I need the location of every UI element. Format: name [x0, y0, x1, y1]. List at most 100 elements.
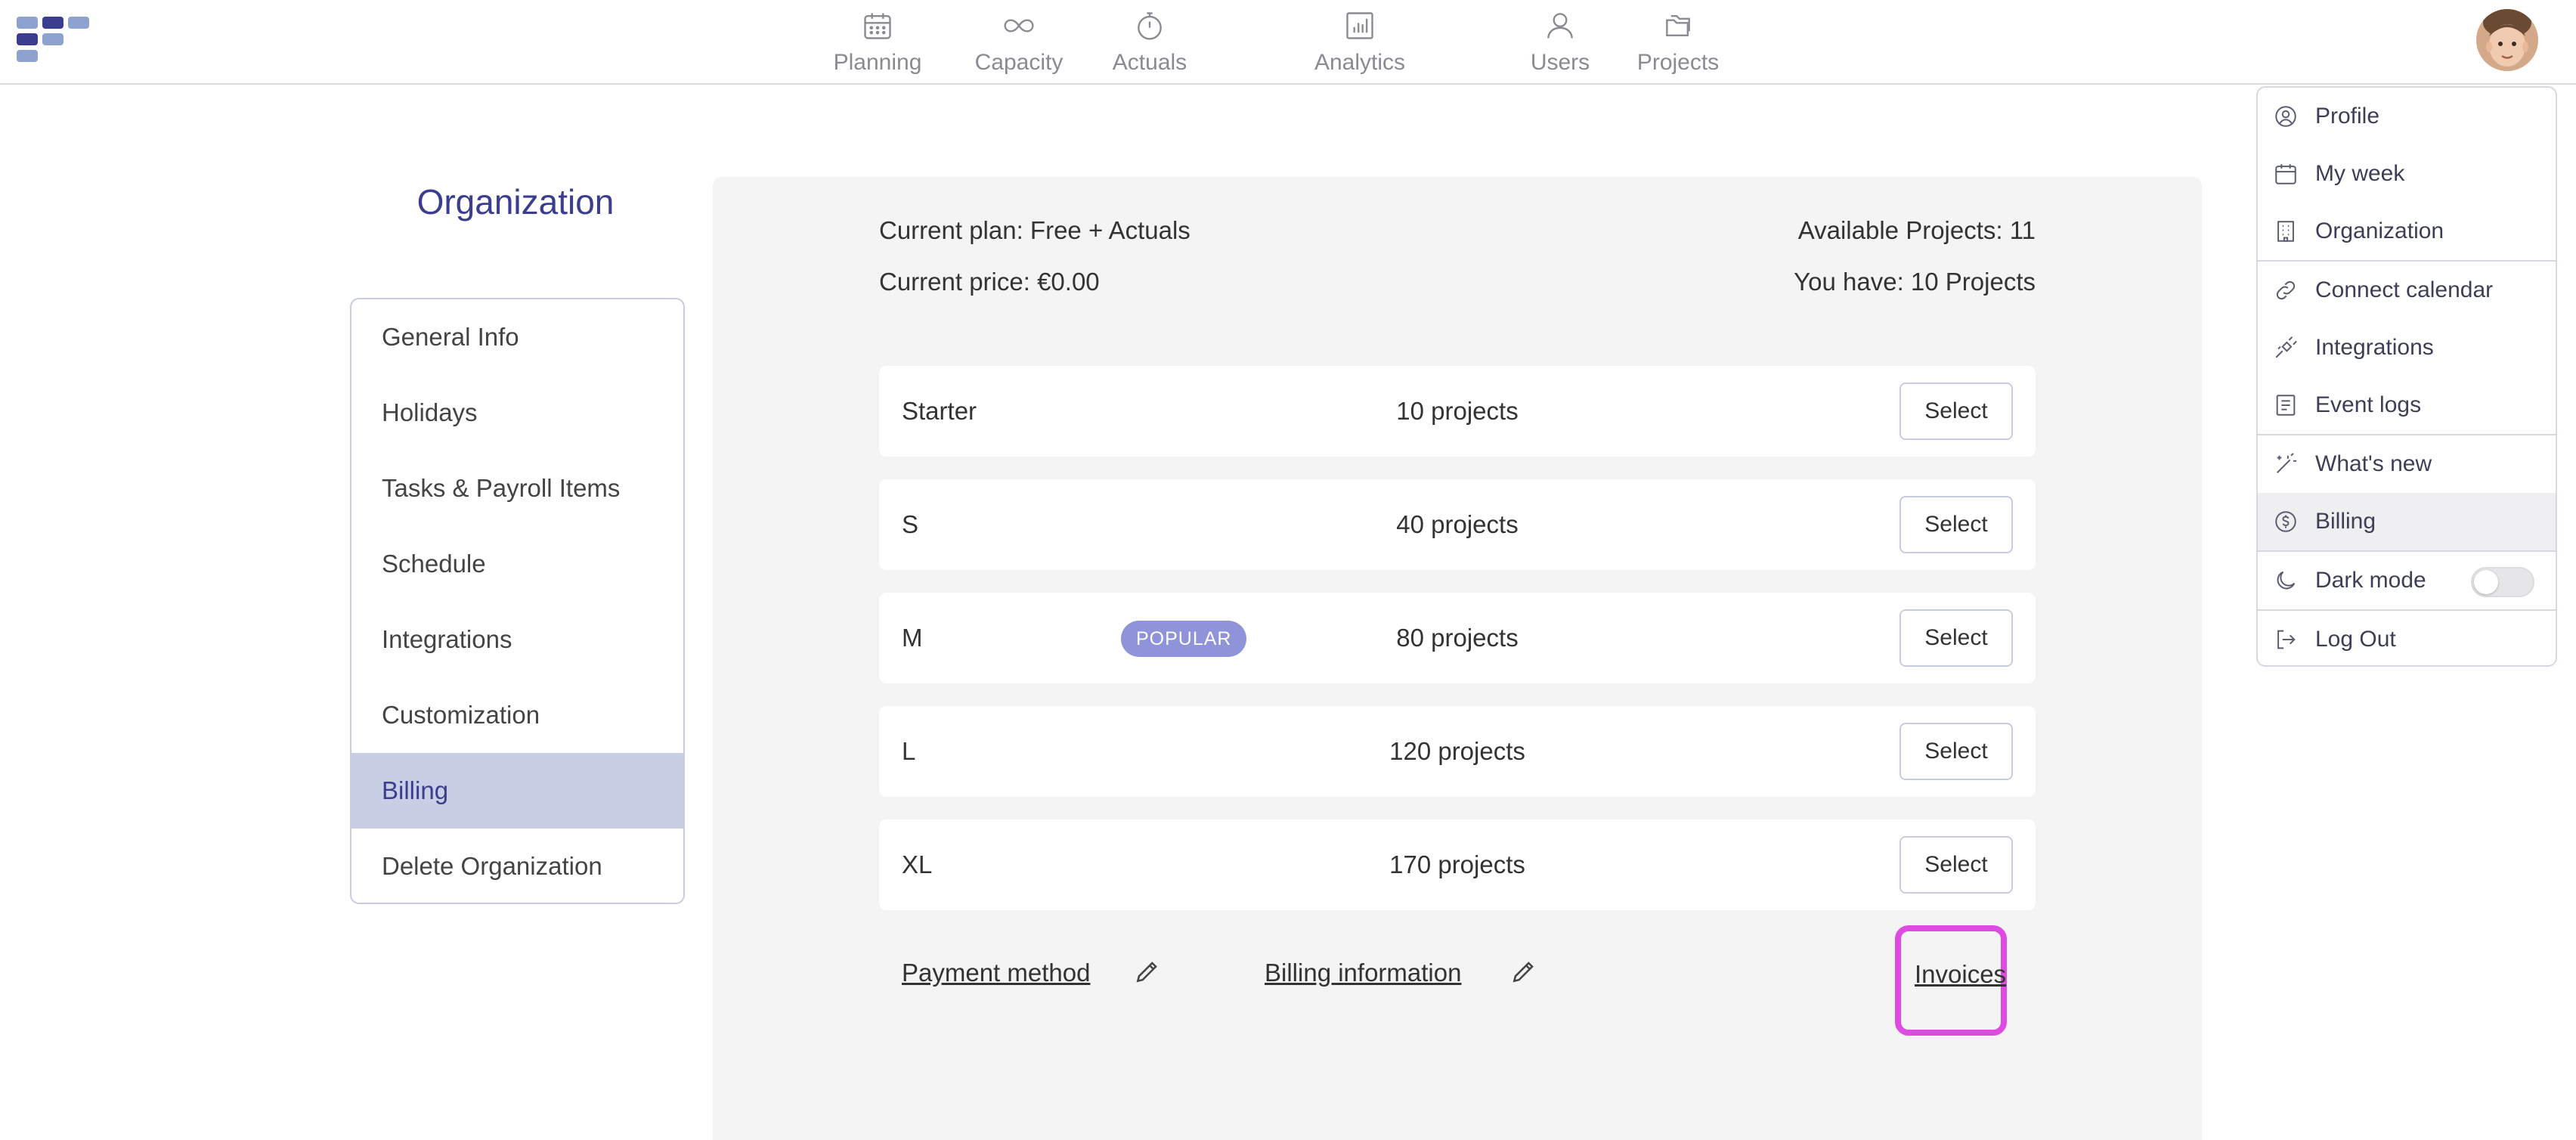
- select-plan-starter-button[interactable]: Select: [1899, 383, 2013, 440]
- moon-icon: [2277, 571, 2296, 590]
- settings-item-billing[interactable]: Billing: [351, 753, 683, 829]
- menu-item-organization[interactable]: Organization: [2258, 203, 2556, 260]
- plan-name: M: [902, 624, 923, 652]
- menu-item-label: Event logs: [2315, 392, 2422, 417]
- plan-name: XL: [902, 850, 933, 878]
- billing-panel: Current plan: Free + Actuals Current pri…: [713, 177, 2202, 1140]
- nav-label: Users: [1530, 50, 1590, 75]
- plan-projects: 40 projects: [1396, 510, 1519, 538]
- app-logo[interactable]: [17, 15, 92, 67]
- menu-item-label: My week: [2315, 161, 2405, 186]
- owned-projects: You have: 10 Projects: [1794, 268, 2036, 296]
- current-price: Current price: €0.00: [879, 268, 1100, 296]
- settings-item-label: Billing: [382, 776, 449, 804]
- settings-item-label: Customization: [382, 701, 540, 729]
- nav-users[interactable]: Users: [1524, 9, 1596, 77]
- nav-label: Capacity: [974, 50, 1064, 75]
- edit-billing-information-icon[interactable]: [1509, 957, 1538, 986]
- nav-label: Analytics: [1314, 50, 1406, 75]
- calendar-icon: [864, 13, 891, 39]
- menu-item-label: Dark mode: [2315, 568, 2426, 593]
- nav-planning[interactable]: Planning: [828, 9, 927, 77]
- plan-projects: 170 projects: [1389, 850, 1525, 878]
- select-plan-s-button[interactable]: Select: [1899, 496, 2013, 553]
- nav-actuals[interactable]: Actuals: [1108, 9, 1191, 77]
- settings-menu: General Info Holidays Tasks & Payroll It…: [350, 298, 685, 904]
- menu-item-whats-new[interactable]: What's new: [2258, 435, 2556, 493]
- settings-item-label: Delete Organization: [382, 852, 602, 880]
- settings-item-customization[interactable]: Customization: [351, 677, 683, 753]
- user-avatar[interactable]: [2476, 9, 2538, 71]
- logout-icon: [2277, 630, 2296, 649]
- menu-item-my-week[interactable]: My week: [2258, 145, 2556, 203]
- current-plan: Current plan: Free + Actuals: [879, 216, 1190, 244]
- billing-information-link[interactable]: Billing information: [1265, 959, 1461, 987]
- plan-row-starter: Starter 10 projects Select: [879, 366, 2036, 457]
- plan-row-m: M POPULAR 80 projects Select: [879, 593, 2036, 683]
- menu-item-connect-calendar[interactable]: Connect calendar: [2258, 262, 2556, 319]
- link-icon: [2276, 280, 2296, 300]
- nav-projects[interactable]: Projects: [1633, 9, 1723, 77]
- menu-item-integrations[interactable]: Integrations: [2258, 319, 2556, 376]
- plan-row-s: S 40 projects Select: [879, 479, 2036, 570]
- top-navigation-bar: Planning Capacity Actuals Analytics User…: [0, 0, 2576, 85]
- settings-item-label: Holidays: [382, 398, 478, 426]
- nav-label: Actuals: [1112, 50, 1187, 75]
- menu-item-label: Log Out: [2315, 627, 2396, 652]
- menu-item-label: Integrations: [2315, 335, 2434, 360]
- menu-item-event-logs[interactable]: Event logs: [2258, 376, 2556, 434]
- payment-method-link[interactable]: Payment method: [902, 959, 1090, 987]
- menu-item-log-out[interactable]: Log Out: [2258, 611, 2556, 665]
- menu-item-dark-mode[interactable]: Dark mode: [2258, 552, 2556, 609]
- settings-item-label: Integrations: [382, 625, 512, 653]
- user-dropdown-menu: Profile My week Organization Connect cal…: [2256, 86, 2557, 667]
- settings-item-label: General Info: [382, 323, 519, 351]
- stopwatch-icon: [1138, 12, 1162, 40]
- select-plan-l-button[interactable]: Select: [1899, 723, 2013, 780]
- toggle-knob: [2474, 570, 2498, 594]
- menu-item-label: Billing: [2315, 509, 2376, 534]
- nav-label: Planning: [833, 50, 922, 75]
- nav-analytics[interactable]: Analytics: [1309, 9, 1410, 77]
- page-title: Organization: [416, 182, 615, 221]
- building-icon: [2277, 221, 2294, 242]
- settings-item-holidays[interactable]: Holidays: [351, 375, 683, 451]
- menu-item-label: Profile: [2315, 104, 2380, 129]
- nav-label: Projects: [1636, 50, 1720, 75]
- settings-item-schedule[interactable]: Schedule: [351, 526, 683, 602]
- plan-name: S: [902, 510, 919, 538]
- plan-projects: 120 projects: [1389, 737, 1525, 765]
- plan-name: Starter: [902, 397, 977, 425]
- settings-item-label: Tasks & Payroll Items: [382, 474, 621, 502]
- bar-chart-icon: [1346, 12, 1373, 39]
- nav-capacity[interactable]: Capacity: [968, 9, 1070, 77]
- plug-icon: [2275, 336, 2297, 358]
- settings-item-integrations[interactable]: Integrations: [351, 602, 683, 677]
- menu-item-label: Organization: [2315, 218, 2444, 243]
- calendar-icon: [2275, 164, 2296, 184]
- invoices-link[interactable]: Invoices: [1915, 960, 2006, 989]
- infinity-icon: [1004, 19, 1034, 33]
- menu-item-label: Connect calendar: [2315, 277, 2494, 302]
- edit-payment-method-icon[interactable]: [1133, 957, 1162, 986]
- select-plan-m-button[interactable]: Select: [1899, 609, 2013, 667]
- folders-icon: [1666, 14, 1690, 37]
- plan-row-l: L 120 projects Select: [879, 706, 2036, 797]
- magic-wand-icon: [2276, 453, 2297, 474]
- select-plan-xl-button[interactable]: Select: [1899, 836, 2013, 894]
- menu-item-label: What's new: [2315, 451, 2432, 476]
- menu-item-profile[interactable]: Profile: [2258, 88, 2556, 145]
- dark-mode-toggle[interactable]: [2471, 567, 2534, 597]
- dollar-circle-icon: [2275, 511, 2296, 532]
- popular-badge: POPULAR: [1121, 621, 1247, 657]
- available-projects: Available Projects: 11: [1797, 216, 2036, 244]
- plan-projects: 10 projects: [1396, 397, 1519, 425]
- settings-item-tasks-payroll[interactable]: Tasks & Payroll Items: [351, 451, 683, 526]
- settings-item-general-info[interactable]: General Info: [351, 299, 683, 375]
- plan-name: L: [902, 737, 916, 765]
- settings-item-delete-organization[interactable]: Delete Organization: [351, 829, 683, 903]
- menu-item-billing[interactable]: Billing: [2258, 493, 2556, 550]
- avatar-image: [2476, 9, 2538, 71]
- user-circle-icon: [2275, 106, 2296, 127]
- settings-item-label: Schedule: [382, 550, 486, 578]
